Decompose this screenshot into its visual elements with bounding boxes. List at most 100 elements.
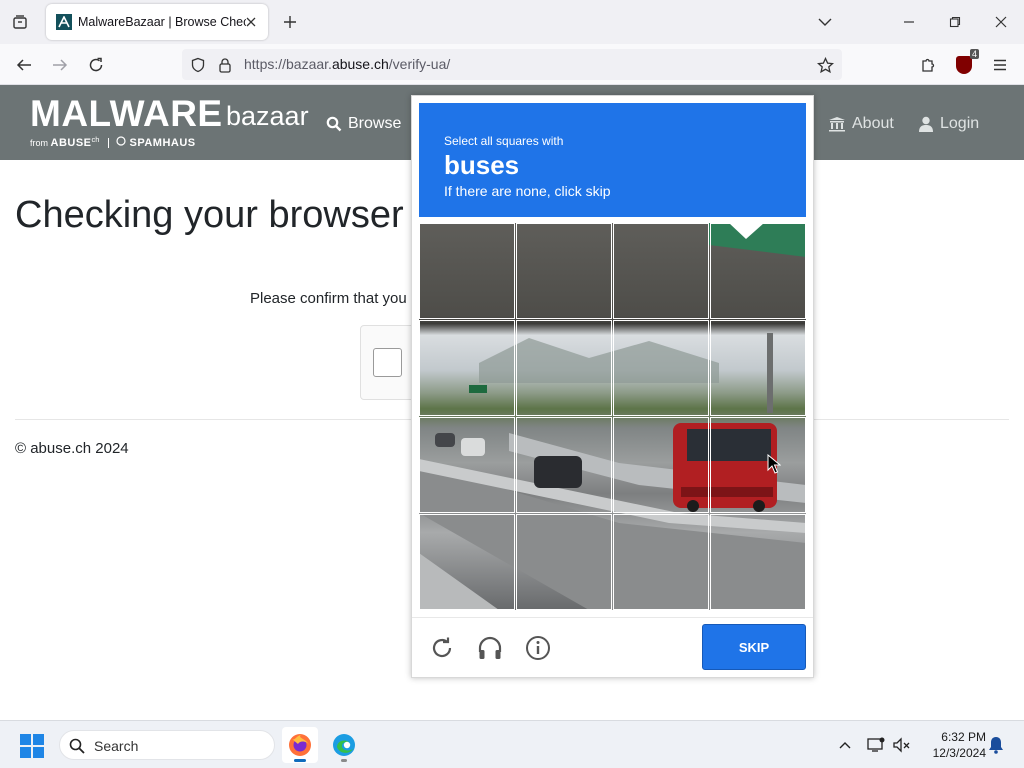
- nav-browse-label: Browse: [348, 115, 402, 132]
- close-icon: [995, 16, 1007, 28]
- network-status-button[interactable]: [866, 735, 886, 755]
- nav-login[interactable]: Login: [918, 115, 979, 133]
- refresh-challenge-button[interactable]: [426, 632, 458, 664]
- ublock-origin-icon: 4: [956, 49, 979, 74]
- minimize-button[interactable]: [886, 6, 932, 38]
- human-verification-checkbox[interactable]: [373, 348, 402, 377]
- active-tab[interactable]: MalwareBazaar | Browse Checkin: [46, 4, 268, 40]
- back-button[interactable]: [10, 51, 38, 79]
- app-menu-button[interactable]: [986, 51, 1014, 79]
- url-prefix: https://bazaar.: [244, 56, 332, 72]
- challenge-footer-divider: [412, 617, 813, 618]
- extensions-button[interactable]: [914, 51, 942, 79]
- headphones-icon: [478, 636, 502, 659]
- challenge-info-button[interactable]: [522, 632, 554, 664]
- forward-button[interactable]: [46, 51, 74, 79]
- volume-button[interactable]: [892, 735, 912, 755]
- prompt-skip-hint: If there are none, click skip: [444, 183, 611, 199]
- tab-overflow-button[interactable]: [802, 6, 848, 38]
- spamhaus-logo-icon: [116, 136, 126, 146]
- lock-icon[interactable]: [215, 55, 235, 75]
- challenge-tile-7[interactable]: [613, 320, 709, 416]
- logo-from-label: from: [30, 138, 48, 148]
- firefox-icon: [289, 734, 311, 756]
- tab-title: MalwareBazaar | Browse Checkin: [78, 15, 246, 29]
- search-icon: [68, 737, 86, 755]
- nav-about[interactable]: About: [828, 115, 894, 133]
- speaker-muted-icon: [893, 737, 910, 753]
- close-window-button[interactable]: [978, 6, 1024, 38]
- restore-button[interactable]: [932, 6, 978, 38]
- nav-browse[interactable]: Browse: [326, 115, 401, 133]
- chevron-down-icon: [818, 18, 832, 26]
- search-icon: [326, 116, 342, 132]
- challenge-tile-6[interactable]: [516, 320, 612, 416]
- mouse-cursor-icon: [767, 454, 781, 474]
- address-bar[interactable]: https://bazaar.abuse.ch/verify-ua/: [182, 49, 842, 80]
- challenge-tile-5[interactable]: [419, 320, 515, 416]
- captcha-challenge-dialog: Select all squares with buses If there a…: [411, 95, 814, 678]
- notifications-button[interactable]: [986, 735, 1006, 755]
- audio-challenge-button[interactable]: [474, 632, 506, 664]
- challenge-tile-4[interactable]: [710, 223, 806, 319]
- taskbar-search-box[interactable]: Search: [59, 730, 275, 760]
- spamhaus-label: SPAMHAUS: [129, 137, 196, 149]
- url-path: /verify-ua/: [388, 56, 451, 72]
- challenge-tile-9[interactable]: [419, 417, 515, 513]
- minimize-icon: [904, 21, 914, 23]
- new-tab-button[interactable]: [278, 10, 302, 34]
- user-icon: [918, 116, 934, 132]
- chevron-up-icon: [839, 742, 851, 749]
- logo-partners: from ABUSEch SPAMHAUS: [30, 135, 196, 149]
- bookmark-star-icon[interactable]: [814, 54, 836, 76]
- taskbar-search-label: Search: [94, 738, 139, 754]
- challenge-tile-10[interactable]: [516, 417, 612, 513]
- arrow-left-icon: [16, 59, 31, 71]
- taskbar-edge[interactable]: [326, 727, 362, 763]
- tracking-protection-shield-icon[interactable]: [188, 55, 208, 75]
- skip-button[interactable]: SKIP: [702, 624, 806, 670]
- restore-icon: [949, 16, 961, 28]
- running-app-indicator: [341, 759, 347, 762]
- challenge-tile-13[interactable]: [419, 514, 515, 610]
- show-hidden-icons-button[interactable]: [835, 735, 855, 755]
- site-logo-suffix[interactable]: bazaar: [226, 101, 309, 132]
- malwarebazaar-favicon-icon: [56, 14, 72, 30]
- close-tab-icon[interactable]: [242, 13, 260, 31]
- confirm-message: Please confirm that you: [250, 290, 407, 307]
- challenge-prompt: Select all squares with buses If there a…: [419, 103, 806, 217]
- refresh-icon: [432, 637, 452, 658]
- reload-button[interactable]: [82, 51, 110, 79]
- site-logo[interactable]: MALWARE: [30, 93, 223, 135]
- hamburger-menu-icon: [994, 59, 1006, 71]
- taskbar-firefox[interactable]: [282, 727, 318, 763]
- list-all-tabs-button[interactable]: [8, 8, 32, 36]
- challenge-tile-11[interactable]: [613, 417, 709, 513]
- url-domain: abuse.ch: [331, 56, 389, 72]
- clock-date: 12/3/2024: [932, 746, 986, 760]
- browser-tab-bar: MalwareBazaar | Browse Checkin: [0, 0, 1024, 44]
- ublock-origin-button[interactable]: 4: [950, 49, 979, 79]
- clock-time: 6:32 PM: [941, 730, 986, 744]
- challenge-tile-16[interactable]: [710, 514, 806, 610]
- institution-icon: [828, 116, 846, 132]
- network-icon: [867, 737, 885, 752]
- plus-icon: [284, 16, 296, 28]
- challenge-tile-12[interactable]: [710, 417, 806, 513]
- abuse-ch-brand: ABUSE: [50, 137, 92, 149]
- bell-icon: [989, 737, 1003, 754]
- challenge-tile-1[interactable]: [419, 223, 515, 319]
- windows-start-icon[interactable]: [20, 734, 44, 758]
- active-app-indicator: [294, 759, 306, 762]
- nav-login-label: Login: [940, 115, 980, 132]
- challenge-tile-3[interactable]: [613, 223, 709, 319]
- challenge-tile-2[interactable]: [516, 223, 612, 319]
- challenge-image-grid: [419, 223, 806, 610]
- challenge-tile-15[interactable]: [613, 514, 709, 610]
- tab-list-icon: [13, 15, 27, 29]
- arrow-right-icon: [53, 59, 68, 71]
- challenge-tile-8[interactable]: [710, 320, 806, 416]
- copyright-text: © abuse.ch 2024: [15, 440, 129, 457]
- taskbar-clock[interactable]: 6:32 PM 12/3/2024: [916, 729, 986, 761]
- challenge-tile-14[interactable]: [516, 514, 612, 610]
